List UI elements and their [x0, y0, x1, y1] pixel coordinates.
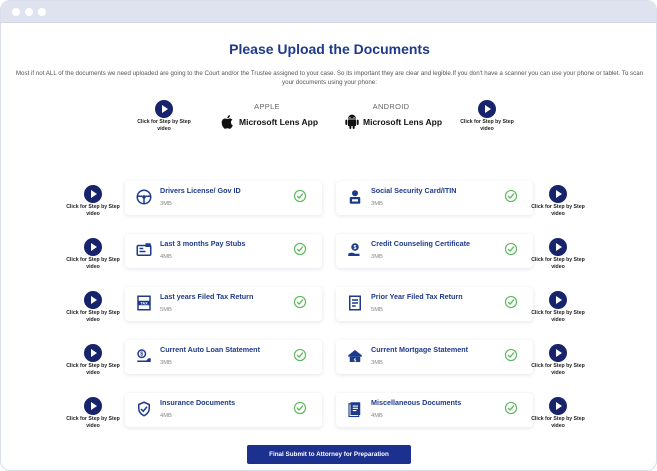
svg-text:$: $	[354, 245, 357, 251]
document-card[interactable]: Social Security Card/ITIN 3MB	[336, 181, 533, 215]
android-icon	[345, 114, 359, 129]
check-circle-icon	[293, 401, 307, 415]
document-card[interactable]: Insurance Documents 4MB	[125, 393, 322, 427]
play-video-icon[interactable]	[84, 291, 102, 309]
document-name: Credit Counseling Certificate	[371, 239, 471, 248]
mortgage-icon: $	[348, 350, 362, 362]
video-caption[interactable]: Click for Step by Step video	[65, 257, 121, 271]
window-dot-icon	[25, 8, 33, 16]
page-title: Please Upload the Documents	[229, 41, 430, 57]
document-name: Drivers License/ Gov ID	[160, 186, 241, 195]
document-size: 3MB	[160, 360, 172, 366]
play-video-icon[interactable]	[478, 100, 496, 118]
tax-document-icon	[349, 295, 361, 311]
documents-icon	[348, 402, 361, 418]
car-loan-icon: $	[137, 349, 151, 362]
document-size: 5MB	[371, 307, 383, 313]
pay-stub-icon	[136, 243, 152, 256]
steering-wheel-icon	[136, 189, 152, 205]
document-size: 4MB	[160, 254, 172, 260]
check-circle-icon	[504, 401, 518, 415]
browser-window: Please Upload the Documents Most if not …	[0, 0, 657, 471]
document-card[interactable]: Drivers License/ Gov ID 3MB	[125, 181, 322, 215]
video-caption[interactable]: Click for Step by Step video	[136, 119, 192, 133]
document-size: 3MB	[371, 254, 383, 260]
play-video-icon[interactable]	[549, 185, 567, 203]
document-card[interactable]: $ Current Auto Loan Statement 3MB	[125, 340, 322, 374]
video-caption[interactable]: Click for Step by Step video	[65, 363, 121, 377]
android-label: ANDROID	[372, 102, 410, 111]
document-name: Miscellaneous Documents	[371, 398, 462, 407]
document-card[interactable]: Prior Year Filed Tax Return 5MB	[336, 287, 533, 321]
document-name: Last years Filed Tax Return	[160, 292, 254, 301]
credit-counseling-icon: $	[348, 243, 360, 256]
document-card[interactable]: $ Credit Counseling Certificate 3MB	[336, 234, 533, 268]
play-video-icon[interactable]	[549, 238, 567, 256]
document-card[interactable]: Miscellaneous Documents 4MB	[336, 393, 533, 427]
final-submit-button[interactable]: Final Submit to Attorney for Preparation	[247, 445, 411, 464]
document-name: Last 3 months Pay Stubs	[160, 239, 246, 248]
apple-icon	[221, 115, 233, 129]
svg-text:TAX: TAX	[140, 302, 148, 306]
android-app-name[interactable]: Microsoft Lens App	[363, 117, 442, 127]
video-caption[interactable]: Click for Step by Step video	[530, 416, 586, 430]
window-dot-icon	[12, 8, 20, 16]
video-caption[interactable]: Click for Step by Step video	[65, 204, 121, 218]
document-name: Current Auto Loan Statement	[160, 345, 260, 354]
svg-text:$: $	[140, 352, 143, 358]
check-circle-icon	[504, 189, 518, 203]
document-size: 5MB	[160, 307, 172, 313]
play-video-icon[interactable]	[84, 344, 102, 362]
check-circle-icon	[293, 242, 307, 256]
document-size: 4MB	[371, 413, 383, 419]
document-card[interactable]: Last 3 months Pay Stubs 4MB	[125, 234, 322, 268]
video-caption[interactable]: Click for Step by Step video	[65, 416, 121, 430]
document-card[interactable]: TAX Last years Filed Tax Return 5MB	[125, 287, 322, 321]
check-circle-icon	[293, 189, 307, 203]
video-caption[interactable]: Click for Step by Step video	[530, 310, 586, 324]
document-card[interactable]: $ Current Mortgage Statement 3MB	[336, 340, 533, 374]
play-video-icon[interactable]	[84, 397, 102, 415]
document-size: 3MB	[371, 360, 383, 366]
check-circle-icon	[504, 242, 518, 256]
play-video-icon[interactable]	[84, 238, 102, 256]
check-circle-icon	[504, 348, 518, 362]
play-video-icon[interactable]	[84, 185, 102, 203]
window-titlebar	[1, 1, 656, 23]
document-size: 3MB	[371, 201, 383, 207]
document-name: Social Security Card/ITIN	[371, 186, 457, 195]
window-dot-icon	[38, 8, 46, 16]
id-card-icon	[349, 190, 361, 204]
video-caption[interactable]: Click for Step by Step video	[530, 257, 586, 271]
video-caption[interactable]: Click for Step by Step video	[459, 119, 515, 133]
check-circle-icon	[504, 295, 518, 309]
document-name: Insurance Documents	[160, 398, 236, 407]
check-circle-icon	[293, 295, 307, 309]
play-video-icon[interactable]	[549, 344, 567, 362]
insurance-icon	[138, 401, 150, 417]
video-caption[interactable]: Click for Step by Step video	[65, 310, 121, 324]
video-caption[interactable]: Click for Step by Step video	[530, 363, 586, 377]
video-caption[interactable]: Click for Step by Step video	[530, 204, 586, 218]
document-name: Prior Year Filed Tax Return	[371, 292, 463, 301]
play-video-icon[interactable]	[549, 397, 567, 415]
apple-app-name[interactable]: Microsoft Lens App	[239, 117, 318, 127]
tax-icon: TAX	[137, 295, 151, 311]
document-name: Current Mortgage Statement	[371, 345, 469, 354]
apple-label: APPLE	[254, 102, 280, 111]
play-video-icon[interactable]	[549, 291, 567, 309]
document-size: 3MB	[160, 201, 172, 207]
intro-text: Most if not ALL of the documents we need…	[15, 70, 644, 86]
check-circle-icon	[293, 348, 307, 362]
play-video-icon[interactable]	[155, 100, 173, 118]
document-size: 4MB	[160, 413, 172, 419]
